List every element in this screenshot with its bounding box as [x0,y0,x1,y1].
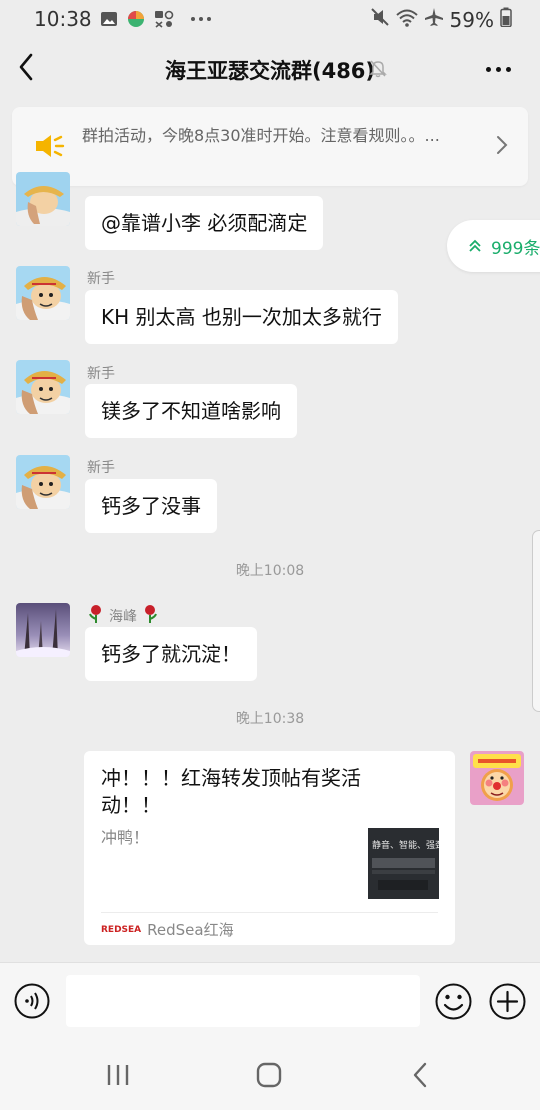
my-avatar[interactable] [470,751,524,805]
sender-name-row: 海峰 [87,604,159,628]
nav-back-icon [413,1062,427,1088]
status-bar: 10:38 59% [0,0,540,38]
message-bubble[interactable]: KH 别太高 也别一次加太多就行 [85,290,398,344]
fast-scroll-handle[interactable] [532,530,540,712]
chat-header: 海王亚瑟交流群(486) [0,38,540,100]
link-card[interactable]: 冲！！！红海转发顶帖有奖活动！！ 冲鸭！ 静音、智能、强劲 REDSEA Red… [84,751,455,945]
unread-count: 999条 [491,238,540,259]
emoji-icon [435,983,472,1020]
link-card-source-name: RedSea红海 [147,921,234,939]
message-bubble[interactable]: 镁多了不知道啥影响 [85,384,297,438]
speaker-icon [34,132,66,164]
status-time: 10:38 [34,7,92,31]
avatar[interactable] [16,360,70,414]
avatar[interactable] [16,455,70,509]
battery-icon [500,7,512,32]
battery-level: 59% [449,7,494,32]
voice-button[interactable] [14,983,50,1019]
system-nav-bar [0,1040,540,1110]
wifi-icon [395,8,418,32]
sender-name: 新手 [87,366,115,382]
chevron-right-icon [496,135,508,159]
more-icon [485,66,491,72]
message-bubble[interactable]: 钙多了没事 [85,479,217,533]
plus-button[interactable] [489,983,526,1020]
status-right: 59% [370,7,512,32]
message-input[interactable] [66,975,420,1027]
unread-messages-button[interactable]: 999条 [447,220,540,272]
app-icon [126,9,146,29]
recent-apps-icon [107,1065,129,1085]
airplane-icon [424,7,444,32]
link-card-description: 冲鸭！ [101,828,150,847]
timestamp: 晚上10:38 [235,711,305,727]
link-card-title: 冲！！！红海转发顶帖有奖活动！！ [101,766,361,817]
sender-name: 海峰 [109,609,137,625]
message-bubble[interactable]: 钙多了就沉淀！ [85,627,257,681]
link-card-divider [101,912,438,913]
link-card-source: REDSEA RedSea红海 [101,919,234,940]
avatar[interactable] [16,603,70,657]
timestamp: 晚上10:08 [235,563,305,579]
vibrate-mute-icon [370,7,390,32]
recent-apps-button[interactable] [106,1064,130,1090]
system-back-button[interactable] [410,1062,430,1092]
link-card-thumbnail: 静音、智能、强劲 [368,828,439,899]
more-notifications-icon [190,16,212,22]
plus-icon [489,983,526,1020]
sender-name: 新手 [87,460,115,476]
cast-icon [154,10,174,28]
rose-icon [141,604,159,628]
home-button[interactable] [256,1062,282,1092]
double-chevron-up-icon [469,239,481,253]
chat-title: 海王亚瑟交流群(486) [164,59,376,83]
home-icon [256,1062,282,1088]
redsea-logo: REDSEA [101,924,142,935]
rose-icon [87,604,105,628]
sender-name: 新手 [87,271,115,287]
gallery-icon [100,10,118,28]
message-bubble[interactable]: @靠谱小李 必须配滴定 [85,196,324,250]
emoji-button[interactable] [435,983,472,1020]
input-bar [0,962,540,1041]
mute-bell-icon [368,58,388,82]
voice-icon [14,983,50,1019]
notice-text: 群拍活动，今晚8点30准时开始。注意看规则。。... [82,126,440,145]
notification-icons [100,9,212,29]
more-button[interactable] [480,54,516,84]
avatar[interactable] [16,172,70,226]
group-notice[interactable]: 群拍活动，今晚8点30准时开始。注意看规则。。... [12,107,528,186]
avatar[interactable] [16,266,70,320]
